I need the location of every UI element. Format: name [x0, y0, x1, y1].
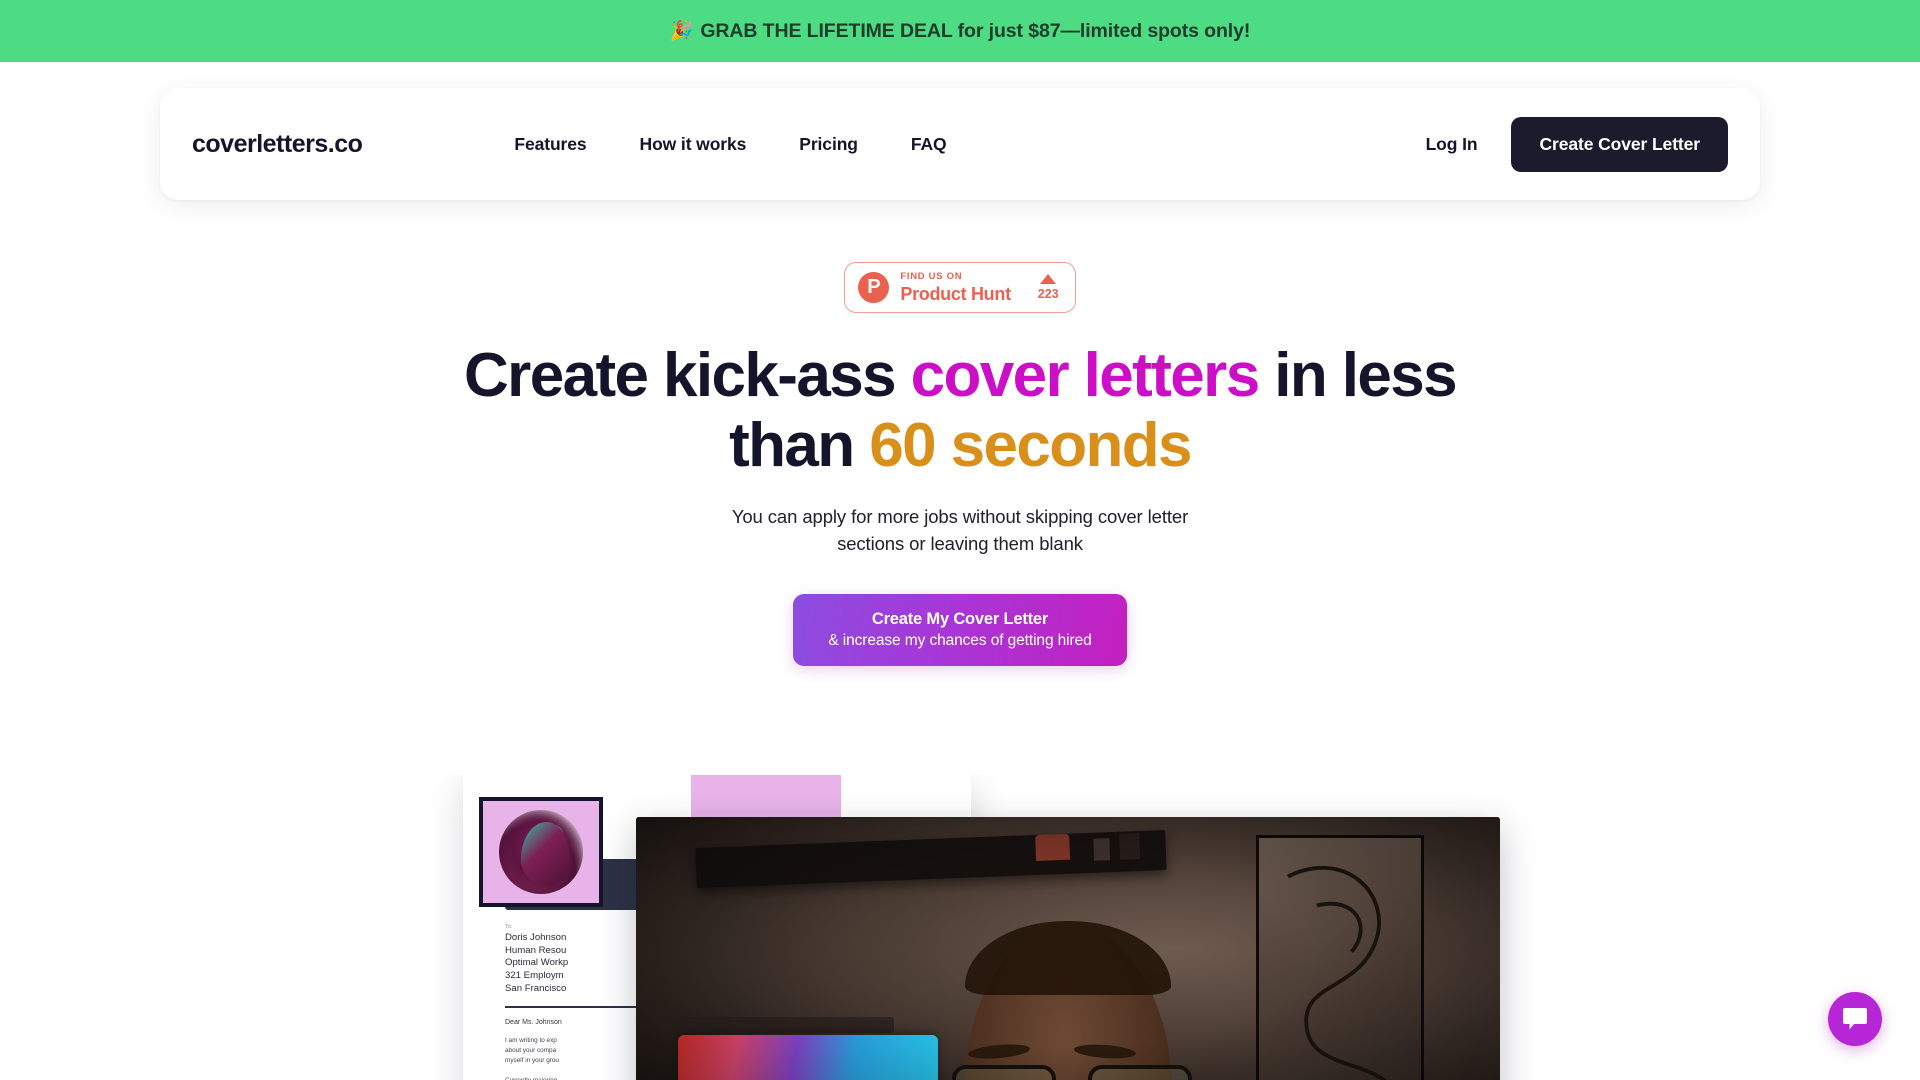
hero-subheadline: You can apply for more jobs without skip…	[732, 503, 1188, 558]
main-navigation: Features How it works Pricing FAQ	[514, 134, 946, 155]
hero-photo-card	[636, 817, 1500, 1080]
avatar-portrait-silhouette	[520, 821, 570, 886]
chat-widget-button[interactable]	[1828, 992, 1882, 1046]
login-link[interactable]: Log In	[1408, 134, 1496, 155]
nav-item-faq[interactable]: FAQ	[911, 134, 947, 155]
photo-monitor-stand	[670, 1017, 894, 1033]
subheadline-line-1: You can apply for more jobs without skip…	[731, 506, 1189, 528]
site-header: coverletters.co Features How it works Pr…	[160, 88, 1760, 200]
product-hunt-name: Product Hunt	[900, 283, 1011, 304]
nav-item-pricing[interactable]: Pricing	[799, 134, 858, 155]
resume-avatar-frame	[479, 797, 603, 907]
cta-secondary-label: & increase my chances of getting hired	[828, 631, 1092, 649]
promo-banner-text: 🎉 GRAB THE LIFETIME DEAL for just $87—lim…	[670, 19, 1251, 43]
brand-logo[interactable]: coverletters.co	[192, 130, 363, 159]
headline-part-1: Create kick-ass	[464, 341, 911, 410]
shelf-object	[1119, 832, 1141, 860]
headline-accent-60-seconds: 60 seconds	[869, 411, 1192, 481]
promo-banner-message: GRAB THE LIFETIME DEAL for just $87—limi…	[700, 20, 1251, 42]
headline-accent-cover-letters: cover letters	[910, 341, 1261, 410]
upvote-caret-icon	[1040, 274, 1057, 285]
product-hunt-text: FIND US ON Product Hunt	[900, 271, 1011, 304]
wall-art-line-drawing	[1287, 865, 1387, 1080]
photo-person-glasses	[952, 1065, 1192, 1080]
create-my-cover-letter-button[interactable]: Create My Cover Letter & increase my cha…	[793, 593, 1127, 666]
avatar	[499, 810, 583, 894]
cta-primary-label: Create My Cover Letter	[871, 609, 1049, 628]
glasses-lens	[1088, 1065, 1192, 1080]
shelf-object	[1093, 838, 1111, 861]
header-actions: Log In Create Cover Letter	[1408, 116, 1728, 172]
promo-banner[interactable]: 🎉 GRAB THE LIFETIME DEAL for just $87—lim…	[0, 0, 1920, 62]
hero-section: P FIND US ON Product Hunt 223 Create kic…	[0, 262, 1920, 666]
chat-bubble-icon	[1843, 1008, 1867, 1030]
party-popper-icon: 🎉	[669, 21, 694, 42]
glasses-lens	[952, 1065, 1056, 1080]
photo-monitor-screen	[678, 1035, 938, 1080]
wall-art-frame	[1256, 835, 1424, 1080]
create-cover-letter-button[interactable]: Create Cover Letter	[1511, 116, 1728, 172]
product-showcase: Martin L Marketing Stu martin@novore San…	[0, 775, 1920, 1080]
hero-headline: Create kick-ass cover letters in less th…	[460, 341, 1460, 481]
nav-item-how-it-works[interactable]: How it works	[640, 134, 747, 155]
subheadline-line-2: sections or leaving them blank	[837, 533, 1083, 555]
product-hunt-kicker: FIND US ON	[900, 271, 963, 283]
product-hunt-badge[interactable]: P FIND US ON Product Hunt 223	[844, 262, 1076, 313]
product-hunt-logo-icon: P	[858, 272, 890, 303]
upvote-count: 223	[1037, 287, 1059, 302]
nav-item-features[interactable]: Features	[514, 134, 586, 155]
shelf-object	[1035, 833, 1071, 861]
product-hunt-upvotes: 223	[1038, 274, 1059, 301]
